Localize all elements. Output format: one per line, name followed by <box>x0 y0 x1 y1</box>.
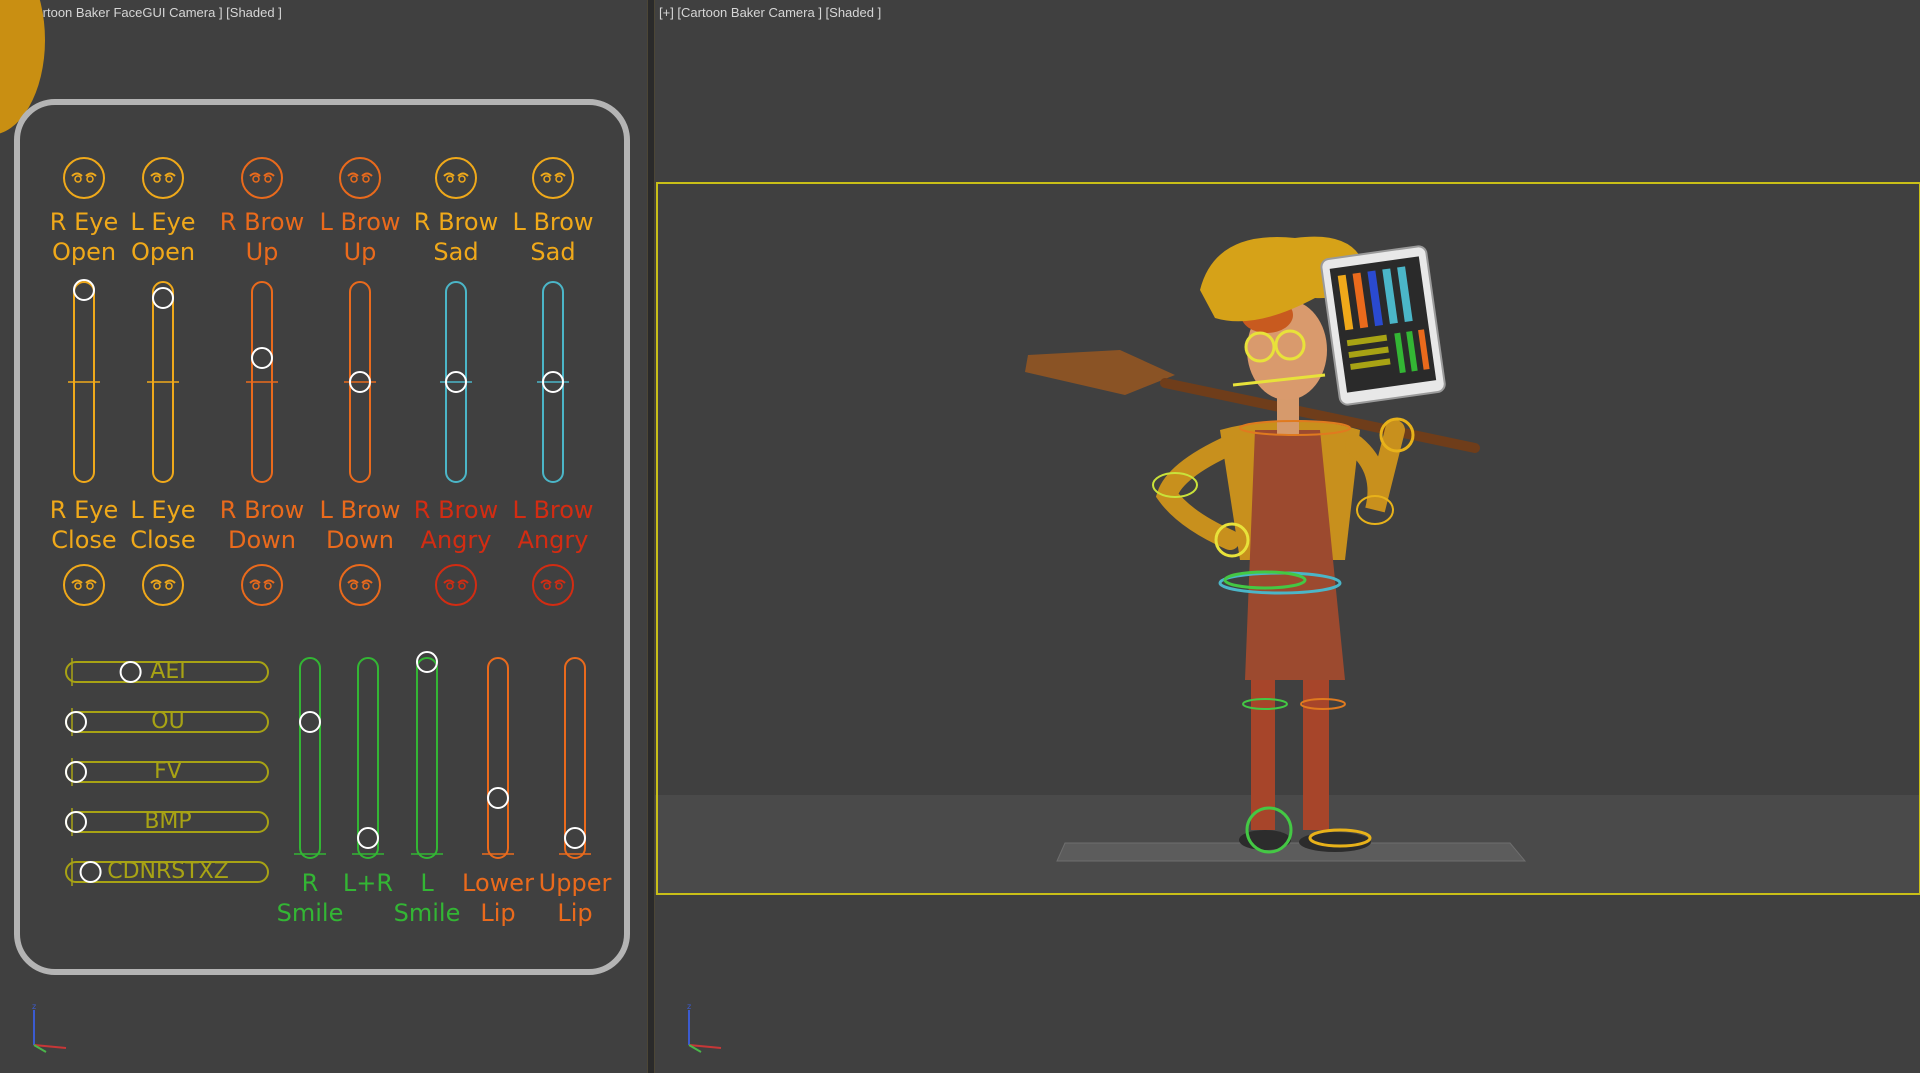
face-bottom-5-r-pupil <box>543 582 551 590</box>
mouth-slider-knob-lower-lip[interactable] <box>487 787 509 809</box>
face-bottom-5-icon[interactable] <box>532 564 574 606</box>
svg-text:z: z <box>687 1002 691 1011</box>
label-top-5: L Brow Sad <box>512 208 594 266</box>
left-arm <box>1155 435 1240 550</box>
face-top-1-r-pupil <box>153 175 161 183</box>
face-top-2-l-pupil <box>264 175 272 183</box>
camera-viewport[interactable]: [+] [Cartoon Baker Camera ] [Shaded ] z <box>655 0 1920 1073</box>
axis-gizmo-left: z <box>32 1002 67 1053</box>
face-top-4-l-pupil <box>458 175 466 183</box>
face-bottom-4-l-pupil <box>458 582 466 590</box>
face-bottom-2-r-pupil <box>252 582 260 590</box>
mouth-slider-track-l-smile[interactable] <box>416 657 438 859</box>
face-bottom-5-l-pupil <box>555 582 563 590</box>
face-top-2-r-pupil <box>252 175 260 183</box>
face-top-1-l-pupil <box>165 175 173 183</box>
baker-character[interactable] <box>1025 236 1480 854</box>
face-bottom-2-l-pupil <box>264 582 272 590</box>
face-bottom-0-l-pupil <box>86 582 94 590</box>
face-bottom-4-r-pupil <box>446 582 454 590</box>
face-bottom-1-r-pupil <box>153 582 161 590</box>
right-arm <box>1345 420 1405 513</box>
camera-scene-svg <box>655 182 1920 895</box>
face-top-5-icon[interactable] <box>532 157 574 199</box>
face-top-1-brows <box>150 172 176 177</box>
face-bottom-1-icon[interactable] <box>142 564 184 606</box>
face-bottom-2-icon[interactable] <box>241 564 283 606</box>
face-top-5-r-pupil <box>543 175 551 183</box>
face-top-0-r-pupil <box>74 175 82 183</box>
face-top-4-r-pupil <box>446 175 454 183</box>
face-top-3-icon[interactable] <box>339 157 381 199</box>
axis-gizmo-right: z <box>687 1002 722 1053</box>
face-top-2-icon[interactable] <box>241 157 283 199</box>
face-top-5-brows <box>540 172 566 177</box>
left-leg <box>1251 670 1275 830</box>
face-bottom-3-brows <box>347 579 373 584</box>
phoneme-label-0: AEI <box>150 659 186 684</box>
face-top-3-r-pupil <box>350 175 358 183</box>
mouth-label-4: Upper Lip <box>538 869 612 927</box>
face-top-3-brows <box>347 172 373 177</box>
face-top-4-brows <box>443 172 469 177</box>
face-bottom-0-brows <box>71 579 97 584</box>
slider-knob-r-brow-updown[interactable] <box>251 347 273 369</box>
face-bottom-3-icon[interactable] <box>339 564 381 606</box>
face-top-0-icon[interactable] <box>63 157 105 199</box>
viewport-divider[interactable] <box>647 0 655 1073</box>
label-bottom-5: L Brow Angry <box>512 496 594 554</box>
face-bottom-1-brows <box>150 579 176 584</box>
face-bottom-3-r-pupil <box>350 582 358 590</box>
face-bottom-2-brows <box>249 579 275 584</box>
mouth-slider-knob-l-r-smile[interactable] <box>357 827 379 849</box>
svg-text:z: z <box>32 1002 36 1011</box>
face-bottom-0-r-pupil <box>74 582 82 590</box>
mouth-slider-knob-upper-lip[interactable] <box>564 827 586 849</box>
face-top-3-l-pupil <box>362 175 370 183</box>
face-top-0-l-pupil <box>86 175 94 183</box>
ground-plate <box>1056 842 1527 862</box>
facegui-viewport[interactable]: [+] [Cartoon Baker FaceGUI Camera ] [Sha… <box>0 0 647 1073</box>
face-bottom-3-l-pupil <box>362 582 370 590</box>
face-top-0-brows <box>71 172 97 177</box>
face-top-1-icon[interactable] <box>142 157 184 199</box>
face-bottom-5-brows <box>540 579 566 584</box>
slider-knob-l-eye[interactable] <box>152 287 174 309</box>
facegui-board[interactable] <box>1320 245 1446 406</box>
mouth-slider-track-lower-lip[interactable] <box>487 657 509 859</box>
phoneme-label-3: BMP <box>144 809 192 834</box>
face-top-5-l-pupil <box>555 175 563 183</box>
phoneme-label-4: CDNRSTXZ <box>107 859 229 884</box>
face-bottom-4-brows <box>443 579 469 584</box>
face-top-4-icon[interactable] <box>435 157 477 199</box>
face-bottom-4-icon[interactable] <box>435 564 477 606</box>
phoneme-label-2: FV <box>154 759 182 784</box>
mouth-slider-knob-r-smile[interactable] <box>299 711 321 733</box>
face-bottom-1-l-pupil <box>165 582 173 590</box>
face-bottom-0-icon[interactable] <box>63 564 105 606</box>
phoneme-label-1: OU <box>151 709 185 734</box>
right-leg <box>1303 670 1329 830</box>
neck <box>1277 395 1299 435</box>
face-top-2-brows <box>249 172 275 177</box>
hat-corner-shape <box>0 0 45 134</box>
mouth-slider-track-r-smile[interactable] <box>299 657 321 859</box>
peel-blade <box>1025 350 1175 395</box>
right-shoe <box>1299 832 1371 852</box>
